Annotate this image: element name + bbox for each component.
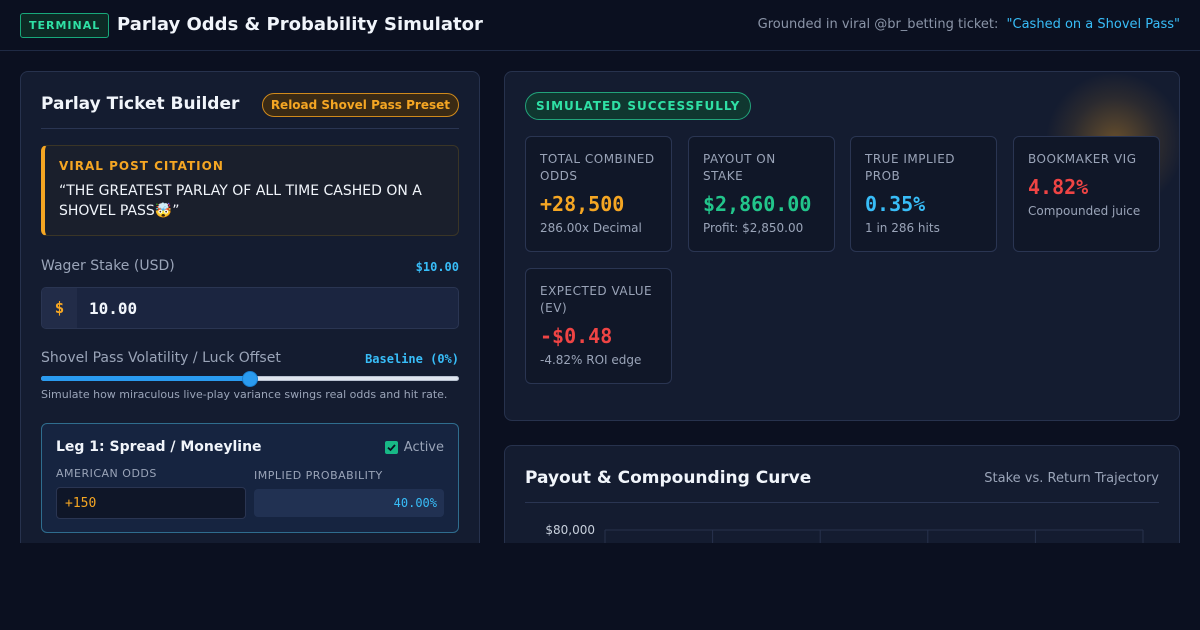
reload-preset-button[interactable]: Reload Shovel Pass Preset <box>261 93 459 117</box>
stat-value: $2,860.00 <box>703 192 812 216</box>
volatility-label: Shovel Pass Volatility / Luck Offset <box>41 350 281 366</box>
stat-label: PAYOUT ON STAKE <box>703 152 776 183</box>
stat-sub: 1 in 286 hits <box>865 221 940 235</box>
active-checkbox[interactable] <box>384 441 398 454</box>
parlay-ticket-builder-panel: Parlay Ticket Builder Reload Shovel Pass… <box>20 71 480 561</box>
citation-text: “THE GREATEST PARLAY OF ALL TIME CASHED … <box>59 183 422 219</box>
stat-card-combined-odds: TOTAL COMBINED ODDS +28,500 286.00x Deci… <box>525 136 672 252</box>
volatility-display: Baseline (0%) <box>365 352 459 366</box>
terminal-tag: TERMINAL <box>20 13 110 38</box>
active-label: Active <box>403 440 444 455</box>
stake-display: $10.00 <box>415 260 459 274</box>
american-odds-input[interactable] <box>56 487 246 519</box>
stat-sub: 286.00x Decimal <box>540 221 642 235</box>
stat-sub: Profit: $2,850.00 <box>703 221 804 235</box>
stat-value: +28,500 <box>540 192 625 216</box>
leg-title: Leg 1: Spread / Moneyline <box>56 439 262 455</box>
odds-label: AMERICAN ODDS <box>56 467 157 480</box>
slider-thumb[interactable] <box>242 371 258 387</box>
grounded-note: Grounded in viral @br_betting ticket: "C… <box>758 16 1180 34</box>
builder-title: Parlay Ticket Builder <box>41 94 240 114</box>
simulation-results-panel: SIMULATED SUCCESSFULLY TOTAL COMBINED OD… <box>504 71 1180 421</box>
volatility-help: Simulate how miraculous live-play varian… <box>41 388 448 401</box>
stat-label: EXPECTED VALUE (EV) <box>540 284 653 315</box>
stat-label: TOTAL COMBINED ODDS <box>540 152 655 183</box>
implied-probability-readout: 40.00% <box>254 489 444 517</box>
viral-citation-card: VIRAL POST CITATION “THE GREATEST PARLAY… <box>41 145 459 236</box>
builder-divider <box>41 128 459 129</box>
grounded-prefix: Grounded in viral @br_betting ticket: <box>757 17 999 32</box>
citation-label: VIRAL POST CITATION <box>59 159 224 173</box>
grounded-quote-link[interactable]: "Cashed on a Shovel Pass" <box>1007 17 1180 32</box>
stat-value: 0.35% <box>865 192 926 216</box>
dollar-prefix: $ <box>42 288 77 328</box>
stat-card-implied-prob: TRUE IMPLIED PROB 0.35% 1 in 286 hits <box>850 136 997 252</box>
slider-fill <box>41 376 250 381</box>
leg-card: Leg 1: Spread / Moneyline Active AMERICA… <box>41 423 459 533</box>
prob-label: IMPLIED PROBABILITY <box>254 469 383 482</box>
status-badge: SIMULATED SUCCESSFULLY <box>525 92 752 120</box>
check-icon <box>387 444 396 452</box>
stake-label: Wager Stake (USD) <box>41 258 175 274</box>
volatility-slider[interactable] <box>41 371 459 387</box>
stat-sub: Compounded juice <box>1028 204 1141 218</box>
stat-sub: -4.82% ROI edge <box>540 353 642 367</box>
stat-card-expected-value: EXPECTED VALUE (EV) -$0.48 -4.82% ROI ed… <box>525 268 672 384</box>
leg-active-toggle[interactable]: Active <box>384 440 444 455</box>
stat-value: -$0.48 <box>540 324 613 348</box>
stat-value: 4.82% <box>1028 175 1089 199</box>
stat-card-payout: PAYOUT ON STAKE $2,860.00 Profit: $2,850… <box>688 136 835 252</box>
app-header: TERMINAL Parlay Odds & Probability Simul… <box>0 0 1200 51</box>
stake-input-group: $ <box>41 287 459 329</box>
stat-label: BOOKMAKER VIG <box>1028 152 1137 166</box>
stake-input[interactable] <box>77 288 458 328</box>
stat-card-vig: BOOKMAKER VIG 4.82% Compounded juice <box>1013 136 1160 252</box>
app-title: Parlay Odds & Probability Simulator <box>117 14 483 35</box>
y-tick-label: $80,000 <box>545 523 595 537</box>
stat-label: TRUE IMPLIED PROB <box>865 152 956 183</box>
page-bottom-area <box>0 543 1200 630</box>
